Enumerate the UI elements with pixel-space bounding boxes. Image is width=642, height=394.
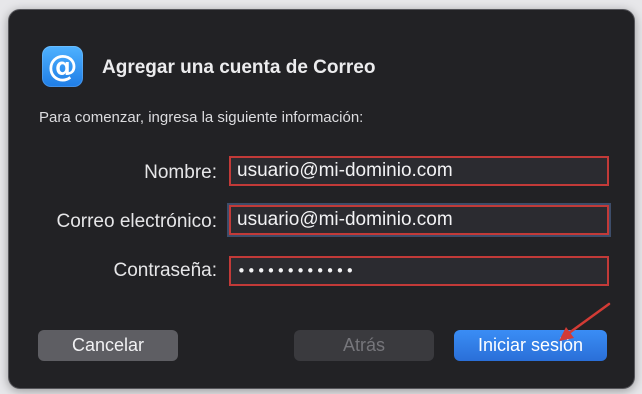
email-field[interactable]: usuario@mi-dominio.com (229, 205, 609, 235)
name-field[interactable]: usuario@mi-dominio.com (229, 156, 609, 186)
back-button[interactable]: Atrás (294, 330, 434, 361)
password-field-value: •••••••••••• (237, 262, 356, 280)
at-sign-mail-icon: @ (42, 46, 83, 87)
app-icon-glyph: @ (47, 48, 78, 84)
intro-text: Para comenzar, ingresa la siguiente info… (39, 109, 364, 126)
dialog-title: Agregar una cuenta de Correo (102, 57, 376, 78)
cancel-button[interactable]: Cancelar (38, 330, 178, 361)
annotation-arrow-icon (559, 302, 611, 341)
email-label: Correo electrónico: (56, 211, 217, 232)
email-field-value: usuario@mi-dominio.com (237, 209, 453, 230)
password-field[interactable]: •••••••••••• (229, 256, 609, 286)
password-label: Contraseña: (113, 260, 217, 281)
name-field-value: usuario@mi-dominio.com (237, 160, 453, 181)
name-label: Nombre: (144, 162, 217, 183)
add-mail-account-dialog: @ Agregar una cuenta de Correo Para come… (8, 9, 635, 389)
